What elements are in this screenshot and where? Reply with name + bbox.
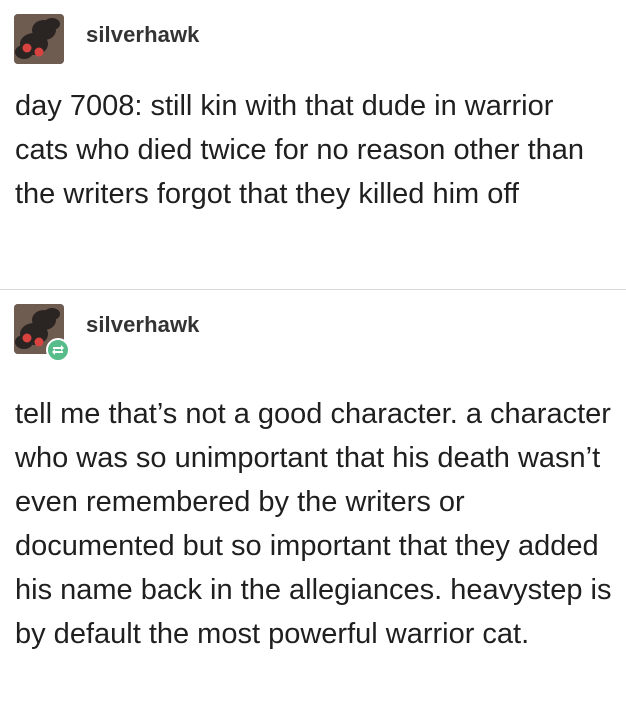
username[interactable]: silverhawk xyxy=(86,312,200,338)
post-header: silverhawk xyxy=(14,304,200,362)
reblog-icon xyxy=(52,345,64,355)
post: silverhawk tell me that’s not a good cha… xyxy=(0,290,626,706)
reblog-badge xyxy=(46,338,70,362)
moth-avatar-icon xyxy=(14,14,64,64)
post-text: tell me that’s not a good character. a c… xyxy=(15,398,612,650)
post: silverhawk day 7008: still kin with that… xyxy=(0,0,626,289)
post-text: day 7008: still kin with that dude in wa… xyxy=(15,90,585,210)
avatar[interactable] xyxy=(14,304,70,362)
username[interactable]: silverhawk xyxy=(86,22,200,48)
post-header: silverhawk xyxy=(14,14,200,64)
avatar[interactable] xyxy=(14,14,64,64)
